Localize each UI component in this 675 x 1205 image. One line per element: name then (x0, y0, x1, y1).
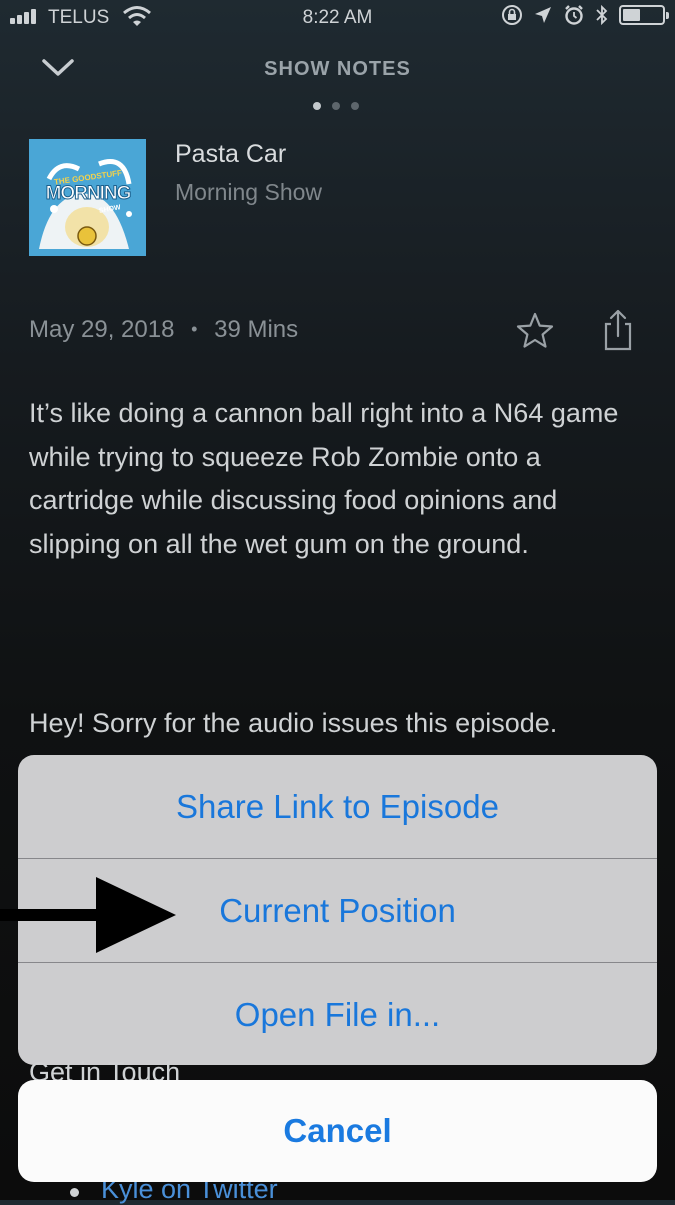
bluetooth-icon (596, 4, 608, 26)
orientation-lock-icon (502, 5, 522, 25)
episode-title: Pasta Car (175, 140, 287, 168)
page-indicator[interactable] (313, 102, 359, 110)
share-icon[interactable] (598, 308, 638, 352)
episode-duration: 39 Mins (214, 316, 299, 343)
cancel-button[interactable]: Cancel (18, 1080, 657, 1182)
alarm-icon (565, 5, 583, 25)
share-link-button[interactable]: Share Link to Episode (18, 755, 657, 858)
artwork-text-main: MORNING (45, 183, 132, 205)
podcast-artwork: THE GOODSTUFF MORNING SHOW (29, 139, 146, 256)
podcast-name[interactable]: Morning Show (175, 179, 322, 206)
page-dot (332, 102, 340, 110)
open-file-button[interactable]: Open File in... (18, 963, 657, 1065)
list-bullet (70, 1188, 79, 1197)
show-notes-paragraph: It’s like doing a cannon ball right into… (29, 398, 619, 559)
battery-icon (619, 5, 669, 25)
meta-separator: • (191, 319, 198, 339)
episode-meta: May 29, 2018 • 39 Mins (29, 316, 298, 344)
episode-date: May 29, 2018 (29, 316, 175, 343)
show-notes-paragraph: Hey! Sorry for the audio issues this epi… (29, 708, 558, 738)
page-title: SHOW NOTES (264, 58, 411, 80)
arrow-right-icon (0, 877, 176, 953)
star-icon[interactable] (515, 311, 555, 351)
page-dot (313, 102, 321, 110)
page-dot (351, 102, 359, 110)
location-icon (535, 7, 551, 23)
status-bar: TELUS 8:22 AM (0, 0, 675, 40)
